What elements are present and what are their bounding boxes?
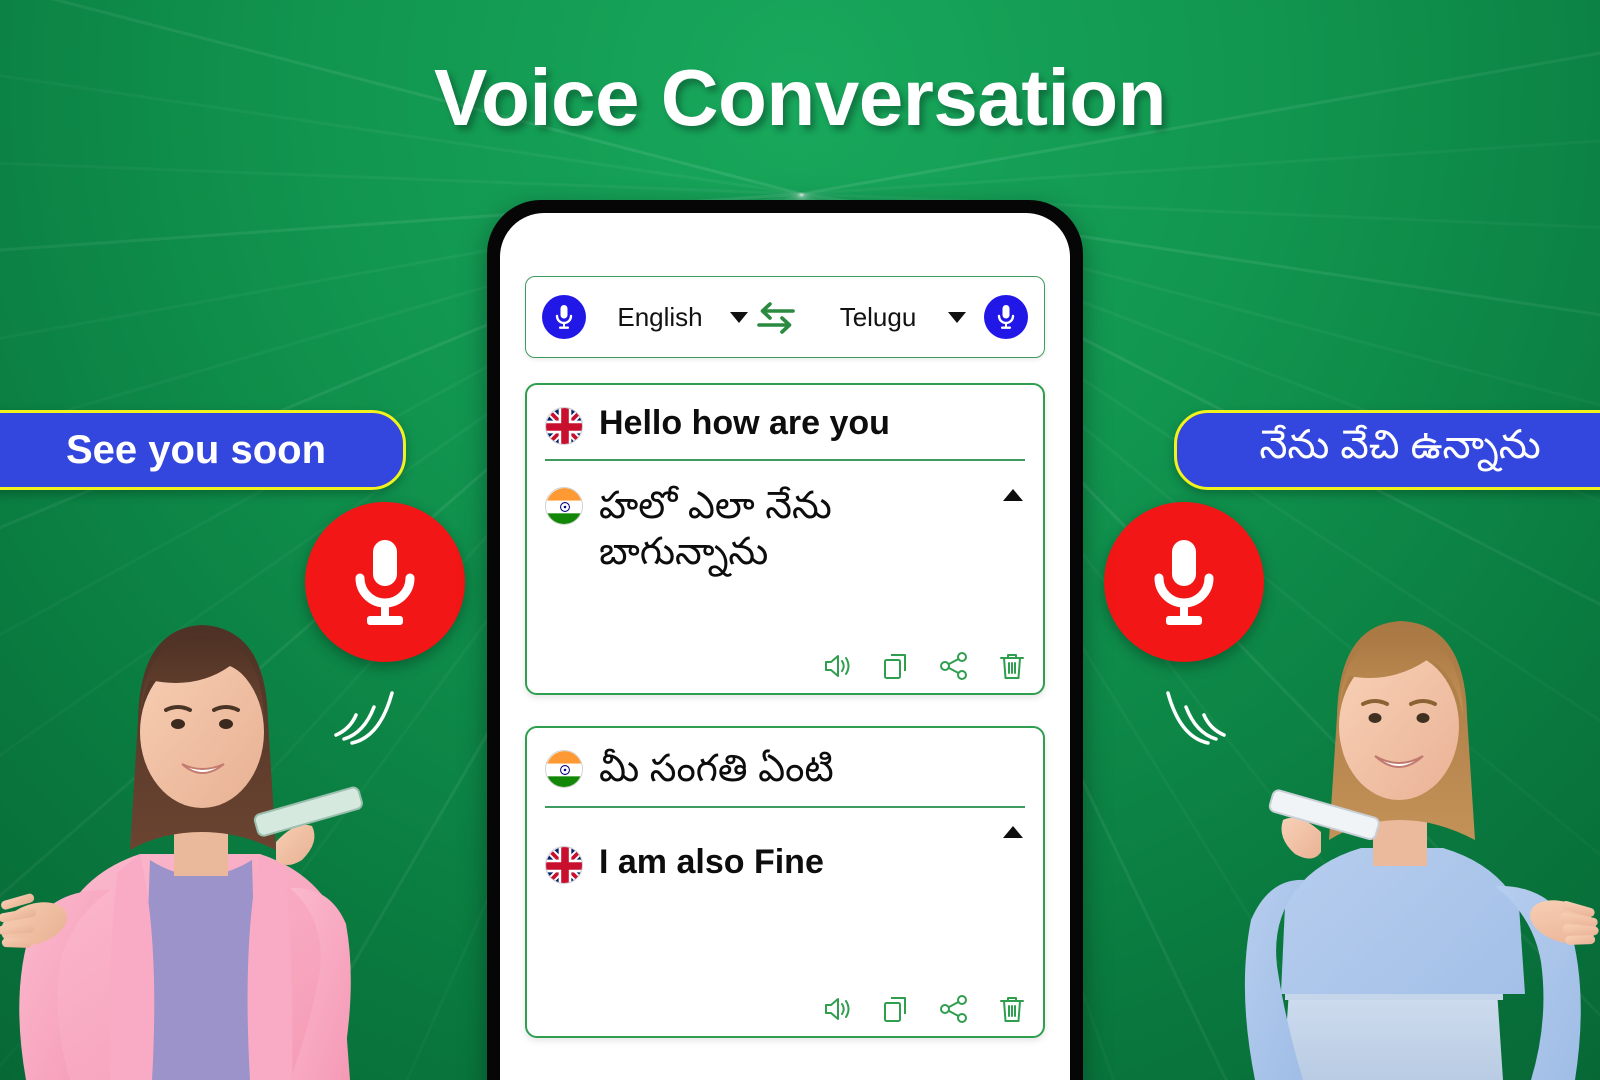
microphone-icon bbox=[997, 305, 1015, 329]
copy-icon[interactable] bbox=[881, 651, 911, 681]
trash-icon[interactable] bbox=[997, 651, 1027, 681]
target-language-label[interactable]: Telugu bbox=[804, 302, 948, 333]
microphone-icon bbox=[555, 305, 573, 329]
conversation-card: మీ సంగతి ఏంటి I am also Fine bbox=[525, 726, 1045, 1038]
chevron-down-icon[interactable] bbox=[730, 311, 748, 323]
message-text: హలో ఎలా నేను బాగున్నాను bbox=[599, 484, 832, 573]
message-row: I am also Fine bbox=[545, 825, 1025, 884]
india-flag-icon bbox=[545, 750, 583, 788]
message-text: మీ సంగతి ఏంటి bbox=[599, 748, 834, 790]
caret-up-icon[interactable] bbox=[1003, 825, 1023, 838]
source-language-label[interactable]: English bbox=[586, 302, 730, 333]
message-text: Hello how are you bbox=[599, 404, 890, 442]
source-mic-button[interactable] bbox=[542, 295, 586, 339]
language-selector-bar: English Telugu bbox=[525, 276, 1045, 358]
speaker-icon[interactable] bbox=[823, 651, 853, 681]
india-flag-icon bbox=[545, 486, 583, 525]
caret-up-icon[interactable] bbox=[1003, 488, 1023, 501]
swap-languages-button[interactable] bbox=[748, 300, 804, 334]
card-action-bar bbox=[823, 994, 1027, 1024]
conversation-card: Hello how are you హలో ఎలా నేను బాగున్నాన… bbox=[525, 383, 1045, 695]
chevron-down-icon[interactable] bbox=[948, 311, 966, 323]
message-text: I am also Fine bbox=[599, 842, 824, 881]
target-mic-button[interactable] bbox=[984, 295, 1028, 339]
uk-flag-icon bbox=[545, 407, 583, 445]
message-row: హలో ఎలా నేను బాగున్నాను bbox=[545, 483, 1025, 576]
phone-mockup: English Telugu Hello how are you హలో ఎలా… bbox=[487, 200, 1083, 1080]
trash-icon[interactable] bbox=[997, 994, 1027, 1024]
card-action-bar bbox=[823, 651, 1027, 681]
speech-bubble-right-text: నేను వేచి ఉన్నాను bbox=[1259, 422, 1541, 467]
phone-screen: English Telugu Hello how are you హలో ఎలా… bbox=[500, 213, 1070, 1080]
promo-banner: Voice Conversation See you soon నేను వేచ… bbox=[0, 0, 1600, 1080]
speech-bubble-left-text: See you soon bbox=[65, 427, 327, 472]
microphone-icon bbox=[355, 540, 415, 625]
share-icon[interactable] bbox=[939, 651, 969, 681]
share-icon[interactable] bbox=[939, 994, 969, 1024]
speech-bubble-left: See you soon bbox=[0, 410, 406, 490]
microphone-icon bbox=[1154, 540, 1214, 625]
record-button-left[interactable] bbox=[305, 502, 465, 662]
message-divider bbox=[545, 806, 1025, 808]
message-row: Hello how are you bbox=[545, 403, 1025, 445]
copy-icon[interactable] bbox=[881, 994, 911, 1024]
page-title: Voice Conversation bbox=[434, 53, 1166, 142]
message-divider bbox=[545, 459, 1025, 461]
speech-bubble-right: నేను వేచి ఉన్నాను bbox=[1174, 410, 1600, 490]
uk-flag-icon bbox=[545, 845, 583, 884]
speaker-icon[interactable] bbox=[823, 994, 853, 1024]
message-row: మీ సంగతి ఏంటి bbox=[545, 746, 1025, 792]
record-button-right[interactable] bbox=[1104, 502, 1264, 662]
swap-arrows-icon bbox=[757, 302, 795, 334]
